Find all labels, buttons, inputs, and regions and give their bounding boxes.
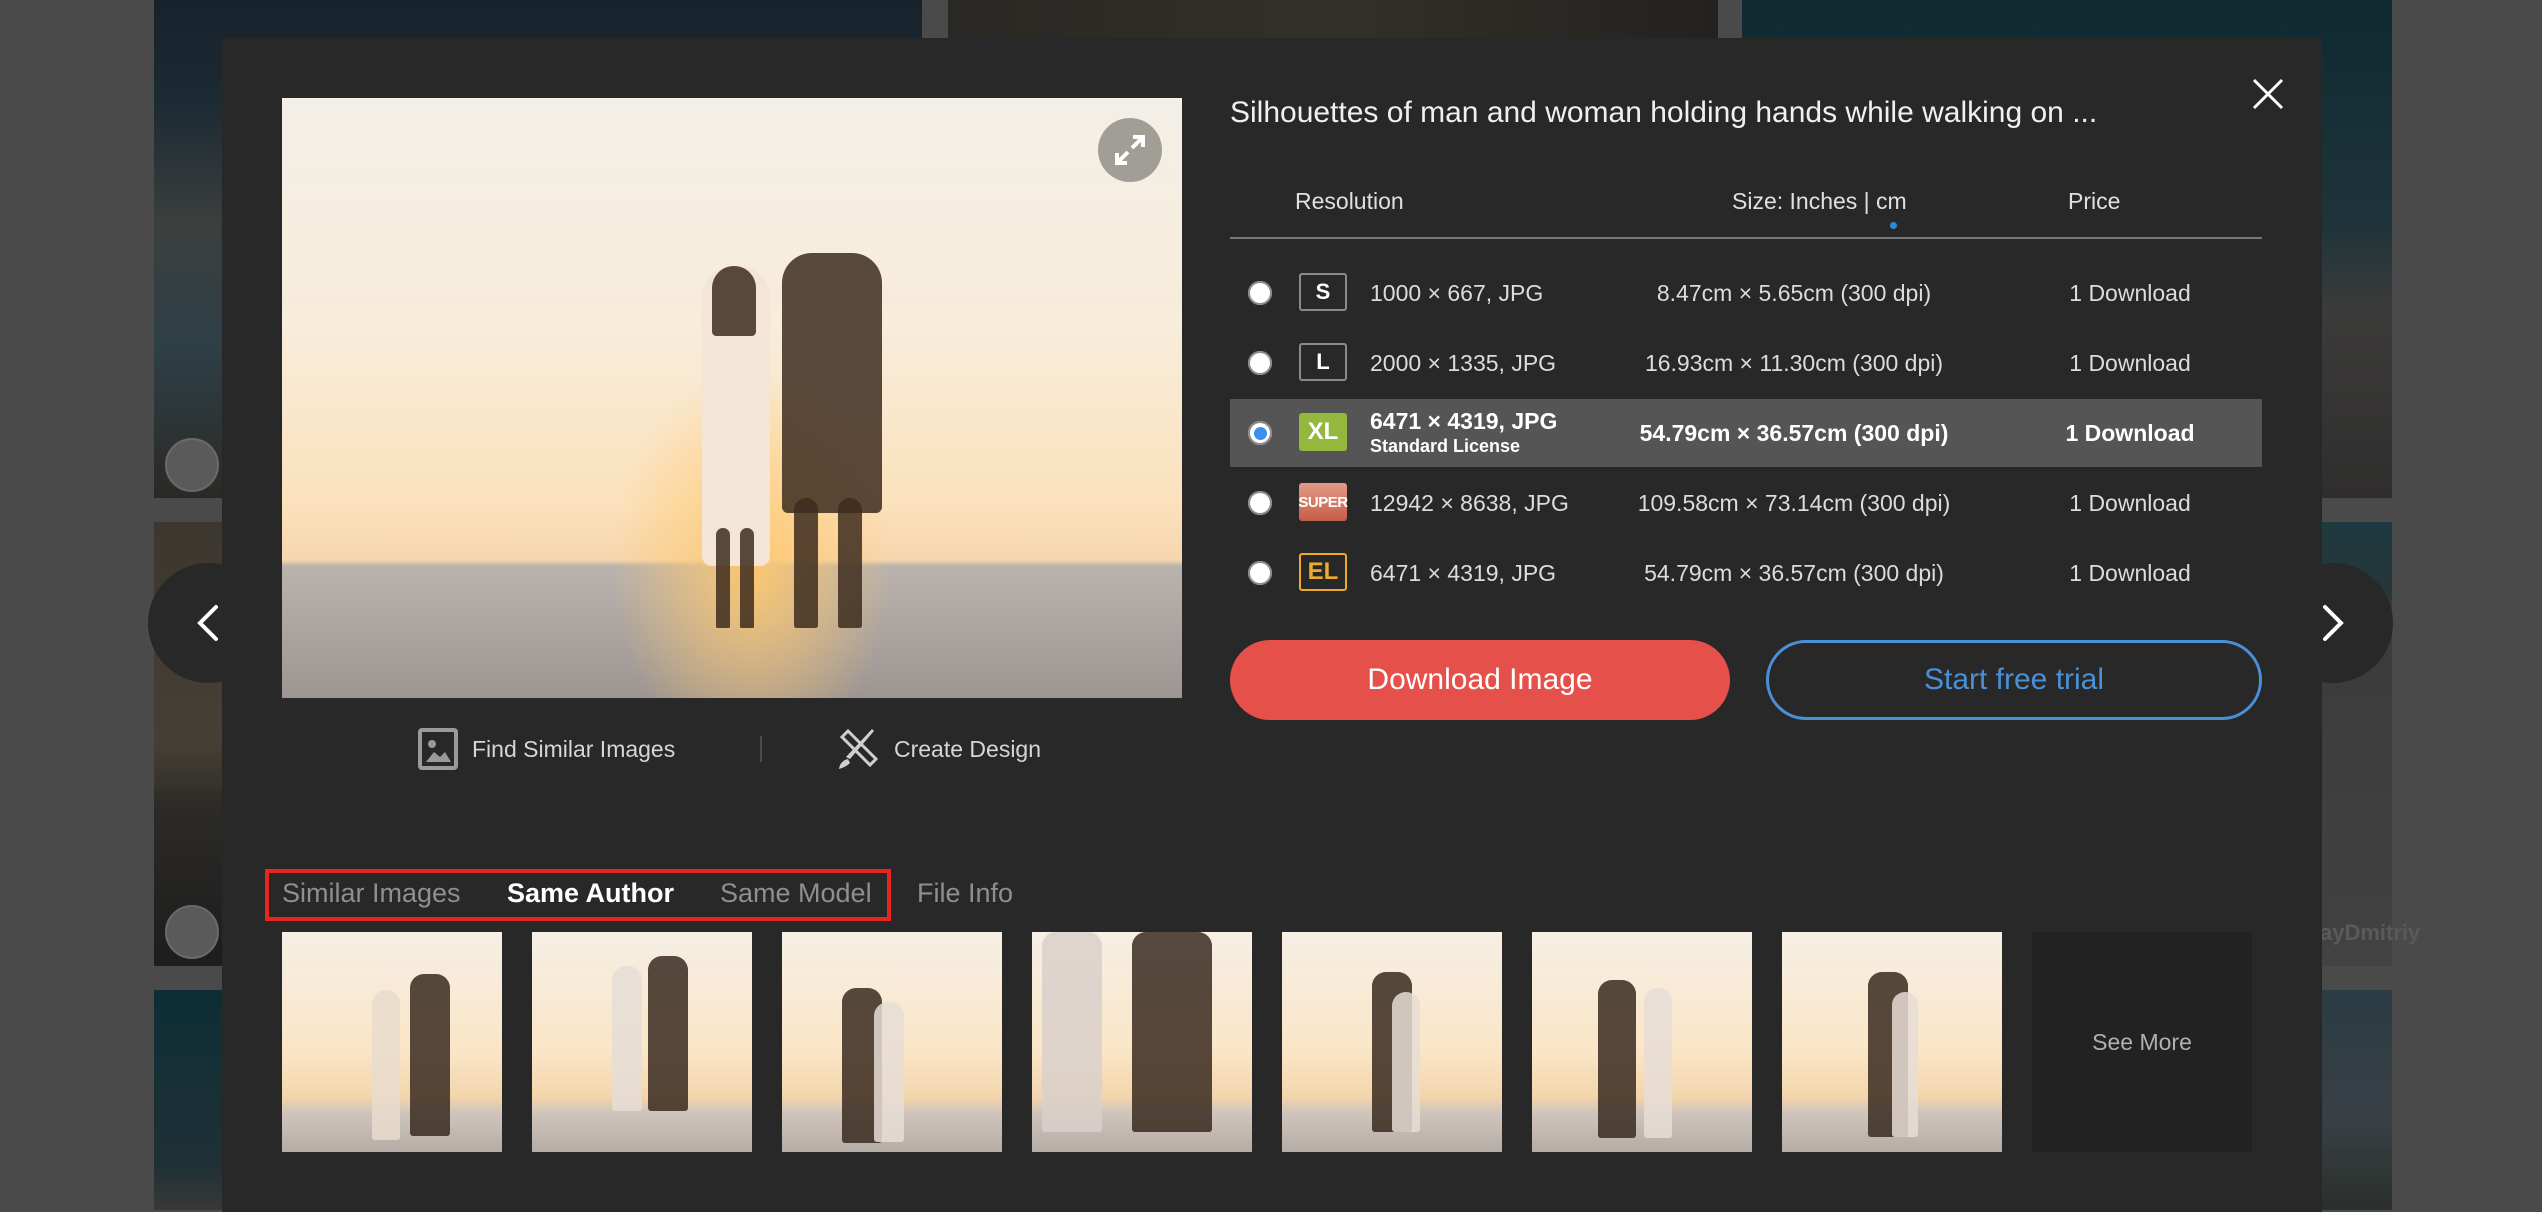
size-value: 54.79cm × 36.57cm (300 dpi) — [1644, 560, 1944, 586]
radio-button[interactable] — [1248, 351, 1272, 375]
price-value: 1 Download — [2065, 420, 2195, 446]
see-more-button[interactable]: See More — [2032, 932, 2252, 1152]
price-value: 1 Download — [2069, 280, 2191, 306]
chevron-right-icon — [2323, 605, 2344, 641]
tab-same-author[interactable]: Same Author — [507, 878, 674, 909]
expand-arrows-icon — [1115, 135, 1145, 165]
author-avatar — [165, 905, 219, 959]
size-badge-l: L — [1299, 343, 1347, 381]
divider — [760, 736, 762, 762]
price-value: 1 Download — [2069, 490, 2191, 516]
size-badge-el: EL — [1299, 553, 1347, 591]
size-value: 54.79cm × 36.57cm (300 dpi) — [1639, 420, 1949, 446]
thumbnail[interactable] — [1532, 932, 1752, 1152]
expand-button[interactable] — [1098, 118, 1162, 182]
tab-file-info[interactable]: File Info — [917, 878, 1013, 909]
chevron-left-icon — [197, 605, 218, 641]
image-title: Silhouettes of man and woman holding han… — [1230, 96, 2098, 129]
main-preview-image[interactable] — [282, 98, 1182, 698]
resolution-value: 6471 × 4319, JPG — [1370, 560, 1557, 586]
tab-same-model[interactable]: Same Model — [720, 878, 872, 909]
image-actions-bar: Find Similar Images Create Design — [282, 722, 1182, 776]
thumbnail[interactable] — [1782, 932, 2002, 1152]
resolution-row-s[interactable]: S 1000 × 667, JPG 8.47cm × 5.65cm (300 d… — [1230, 259, 2262, 327]
size-value: 16.93cm × 11.30cm (300 dpi) — [1644, 350, 1944, 376]
header-divider — [1230, 237, 2262, 239]
resolution-row-l[interactable]: L 2000 × 1335, JPG 16.93cm × 11.30cm (30… — [1230, 329, 2262, 397]
next-image-button[interactable] — [2273, 563, 2393, 683]
selected-unit-indicator — [1890, 222, 1897, 229]
brush-ruler-icon — [839, 728, 879, 769]
radio-button[interactable] — [1248, 561, 1272, 585]
tab-similar-images[interactable]: Similar Images — [282, 878, 461, 909]
price-value: 1 Download — [2069, 350, 2191, 376]
close-icon — [2252, 78, 2284, 110]
thumbnail[interactable] — [1032, 932, 1252, 1152]
size-value: 8.47cm × 5.65cm (300 dpi) — [1656, 280, 1932, 306]
size-badge-super: SUPER — [1298, 483, 1348, 521]
radio-button-selected[interactable] — [1248, 421, 1272, 445]
resolution-value: 2000 × 1335, JPG — [1370, 350, 1557, 376]
thumbnail[interactable] — [532, 932, 752, 1152]
price-header: Price — [2068, 188, 2121, 214]
price-value: 1 Download — [2069, 560, 2191, 586]
image-icon — [418, 728, 458, 770]
resolution-value: 12942 × 8638, JPG — [1370, 490, 1569, 516]
resolution-row-xl[interactable]: XL 6471 × 4319, JPG Standard License 54.… — [1230, 399, 2262, 467]
resolution-value: 1000 × 667, JPG — [1370, 280, 1544, 306]
size-unit-toggle[interactable]: Size: Inches | cm — [1732, 188, 1907, 215]
resolution-value: 6471 × 4319, JPG — [1370, 408, 1558, 434]
download-image-button[interactable]: Download Image — [1230, 640, 1730, 720]
thumbnail[interactable] — [782, 932, 1002, 1152]
resolution-row-super[interactable]: SUPER 12942 × 8638, JPG 109.58cm × 73.14… — [1230, 469, 2262, 537]
author-avatar — [165, 438, 219, 492]
background-watermark: ayDmitriy — [2320, 920, 2421, 945]
find-similar-images-button[interactable]: Find Similar Images — [418, 722, 675, 776]
radio-button[interactable] — [1248, 281, 1272, 305]
create-design-button[interactable]: Create Design — [836, 722, 1041, 776]
radio-button[interactable] — [1248, 491, 1272, 515]
resolution-table-header: Resolution Size: Inches | cm Price — [1230, 184, 2262, 238]
resolution-header: Resolution — [1295, 188, 1404, 214]
find-similar-label: Find Similar Images — [472, 735, 676, 762]
resolution-row-el[interactable]: EL 6471 × 4319, JPG 54.79cm × 36.57cm (3… — [1230, 539, 2262, 607]
thumbnail[interactable] — [1282, 932, 1502, 1152]
size-value: 109.58cm × 73.14cm (300 dpi) — [1637, 490, 1951, 516]
previous-image-button[interactable] — [148, 563, 268, 683]
thumbnail[interactable] — [282, 932, 502, 1152]
license-label: Standard License — [1370, 436, 1521, 456]
size-badge-xl: XL — [1299, 413, 1347, 451]
start-free-trial-button[interactable]: Start free trial — [1766, 640, 2262, 720]
close-button[interactable] — [2248, 74, 2288, 114]
size-badge-s: S — [1299, 273, 1347, 311]
create-design-label: Create Design — [894, 735, 1042, 762]
